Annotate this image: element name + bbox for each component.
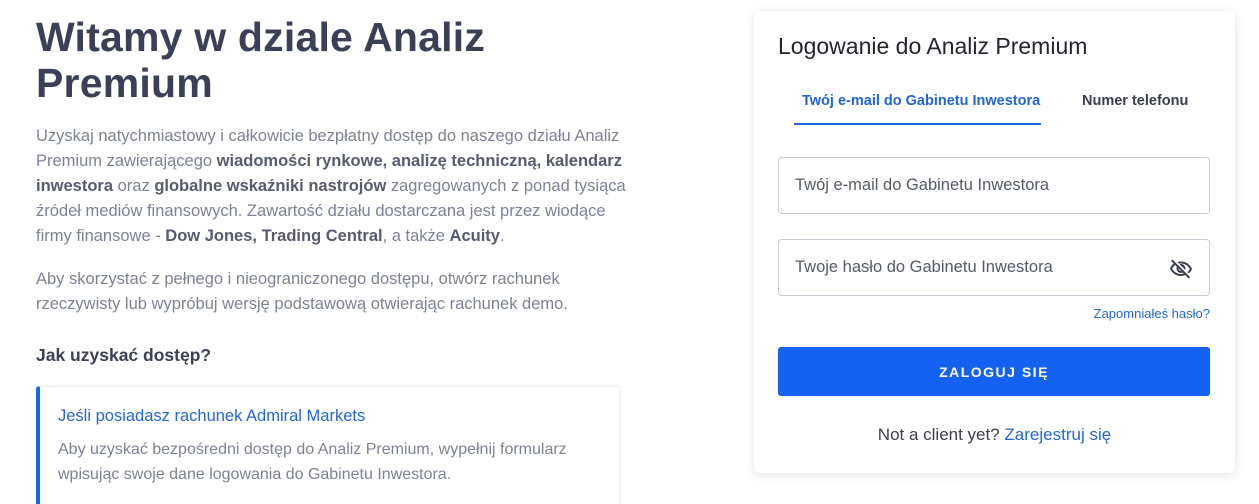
- login-title: Logowanie do Analiz Premium: [778, 33, 1088, 59]
- password-input[interactable]: [779, 240, 1209, 295]
- signup-text: Not a client yet?: [877, 425, 1005, 444]
- intro-paragraph: Uzyskaj natychmiastowy i całkowicie bezp…: [36, 124, 636, 249]
- login-button[interactable]: ZALOGUJ SIĘ: [778, 347, 1210, 396]
- login-card: Logowanie do Analiz Premium Twój e-mail …: [754, 11, 1235, 473]
- intro-text-5: .: [499, 227, 505, 245]
- signup-prompt: Not a client yet? Zarejestruj się: [754, 425, 1235, 445]
- eye-off-icon[interactable]: [1169, 257, 1193, 281]
- page: Witamy w dziale Analiz Premium Uzyskaj n…: [0, 0, 1259, 504]
- forgot-password-link[interactable]: Zapomniałeś hasło?: [1094, 306, 1210, 321]
- email-input[interactable]: [779, 158, 1209, 213]
- email-field-wrapper: [778, 157, 1210, 214]
- tab-phone[interactable]: Numer telefonu: [1082, 91, 1188, 111]
- login-tabs: Twój e-mail do Gabinetu Inwestora Numer …: [794, 91, 1214, 125]
- page-title: Witamy w dziale Analiz Premium: [36, 14, 486, 106]
- section-heading: Jak uzyskać dostęp?: [36, 345, 212, 365]
- intro-column: Witamy w dziale Analiz Premium Uzyskaj n…: [36, 14, 636, 504]
- tab-email[interactable]: Twój e-mail do Gabinetu Inwestora: [802, 91, 1040, 111]
- active-tab-indicator: [794, 123, 1041, 125]
- intro-bold-4: Acuity: [449, 227, 500, 245]
- password-field-wrapper: [778, 239, 1210, 296]
- info-card: Jeśli posiadasz rachunek Admiral Markets…: [36, 386, 620, 504]
- info-card-title: Jeśli posiadasz rachunek Admiral Markets: [58, 407, 366, 425]
- access-note: Aby skorzystać z pełnego i nieograniczon…: [36, 270, 568, 313]
- intro-text-4: , a także: [382, 227, 450, 245]
- signup-link[interactable]: Zarejestruj się: [1004, 425, 1111, 444]
- intro-bold-2: globalne wskaźniki nastrojów: [154, 177, 387, 195]
- info-card-body: Aby uzyskać bezpośredni dostęp do Analiz…: [58, 441, 567, 483]
- intro-bold-3: Dow Jones, Trading Central: [165, 227, 383, 245]
- intro-text-2: oraz: [113, 177, 155, 195]
